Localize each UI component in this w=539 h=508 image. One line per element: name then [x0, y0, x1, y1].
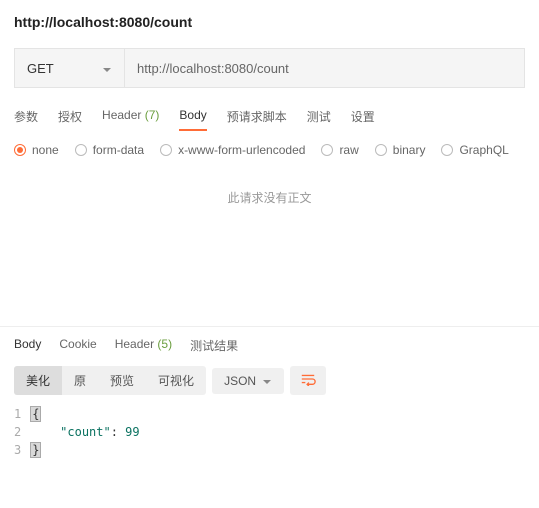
radio-xwww-label: x-www-form-urlencoded [178, 143, 305, 157]
json-value: 99 [125, 425, 139, 439]
tab-body[interactable]: Body [179, 102, 206, 131]
tab-auth[interactable]: 授权 [58, 102, 82, 131]
radio-icon [375, 144, 387, 156]
radio-raw[interactable]: raw [321, 143, 358, 157]
radio-raw-label: raw [339, 143, 358, 157]
radio-icon [14, 144, 26, 156]
tab-headers-label: Header [102, 108, 141, 122]
radio-icon [160, 144, 172, 156]
wrap-lines-button[interactable] [290, 366, 326, 395]
response-tabs: Body Cookie Header (5) 测试结果 [0, 327, 539, 362]
response-toolbar: 美化 原 预览 可视化 JSON [0, 362, 539, 405]
request-row: GET [14, 48, 525, 88]
radio-binary[interactable]: binary [375, 143, 426, 157]
radio-graphql-label: GraphQL [459, 143, 508, 157]
method-value: GET [27, 61, 54, 76]
brace-close: } [31, 443, 40, 457]
tab-params[interactable]: 参数 [14, 102, 38, 131]
chevron-down-icon [262, 376, 272, 386]
format-select[interactable]: JSON [212, 368, 284, 394]
tab-prerequest[interactable]: 预请求脚本 [227, 102, 287, 131]
url-input[interactable] [125, 49, 524, 87]
indent [31, 425, 60, 439]
view-visualize-button[interactable]: 可视化 [146, 366, 206, 395]
chevron-down-icon [102, 63, 112, 73]
resp-tab-testresults[interactable]: 测试结果 [190, 337, 238, 354]
radio-icon [75, 144, 87, 156]
wrap-icon [300, 372, 316, 389]
view-preview-button[interactable]: 预览 [98, 366, 146, 395]
radio-none-label: none [32, 143, 59, 157]
resp-tab-headers[interactable]: Header (5) [115, 337, 172, 354]
empty-body-message: 此请求没有正文 [0, 167, 539, 326]
resp-tab-headers-count: (5) [157, 337, 172, 351]
radio-icon [441, 144, 453, 156]
format-value: JSON [224, 374, 256, 388]
view-raw-button[interactable]: 原 [62, 366, 98, 395]
radio-icon [321, 144, 333, 156]
method-select[interactable]: GET [15, 49, 125, 87]
brace-open: { [31, 407, 40, 421]
radio-none[interactable]: none [14, 143, 59, 157]
radio-xwww[interactable]: x-www-form-urlencoded [160, 143, 305, 157]
request-title: http://localhost:8080/count [14, 14, 192, 30]
body-type-options: none form-data x-www-form-urlencoded raw… [0, 131, 539, 167]
tab-settings[interactable]: 设置 [351, 102, 375, 131]
view-pretty-button[interactable]: 美化 [14, 366, 62, 395]
view-mode-group: 美化 原 预览 可视化 [14, 366, 206, 395]
json-key: "count" [60, 425, 111, 439]
line-gutter: 123 [14, 405, 31, 459]
resp-tab-cookie[interactable]: Cookie [59, 337, 96, 354]
resp-tab-headers-label: Header [115, 337, 154, 351]
radio-formdata[interactable]: form-data [75, 143, 144, 157]
radio-binary-label: binary [393, 143, 426, 157]
colon: : [111, 425, 125, 439]
resp-tab-body[interactable]: Body [14, 337, 41, 354]
radio-formdata-label: form-data [93, 143, 144, 157]
request-tabs: 参数 授权 Header (7) Body 预请求脚本 测试 设置 [0, 102, 539, 131]
tab-headers[interactable]: Header (7) [102, 102, 159, 131]
code-lines[interactable]: { "count": 99 } [31, 405, 139, 459]
tab-tests[interactable]: 测试 [307, 102, 331, 131]
tab-headers-count: (7) [145, 108, 160, 122]
response-code: 123 { "count": 99 } [0, 405, 539, 473]
radio-graphql[interactable]: GraphQL [441, 143, 508, 157]
